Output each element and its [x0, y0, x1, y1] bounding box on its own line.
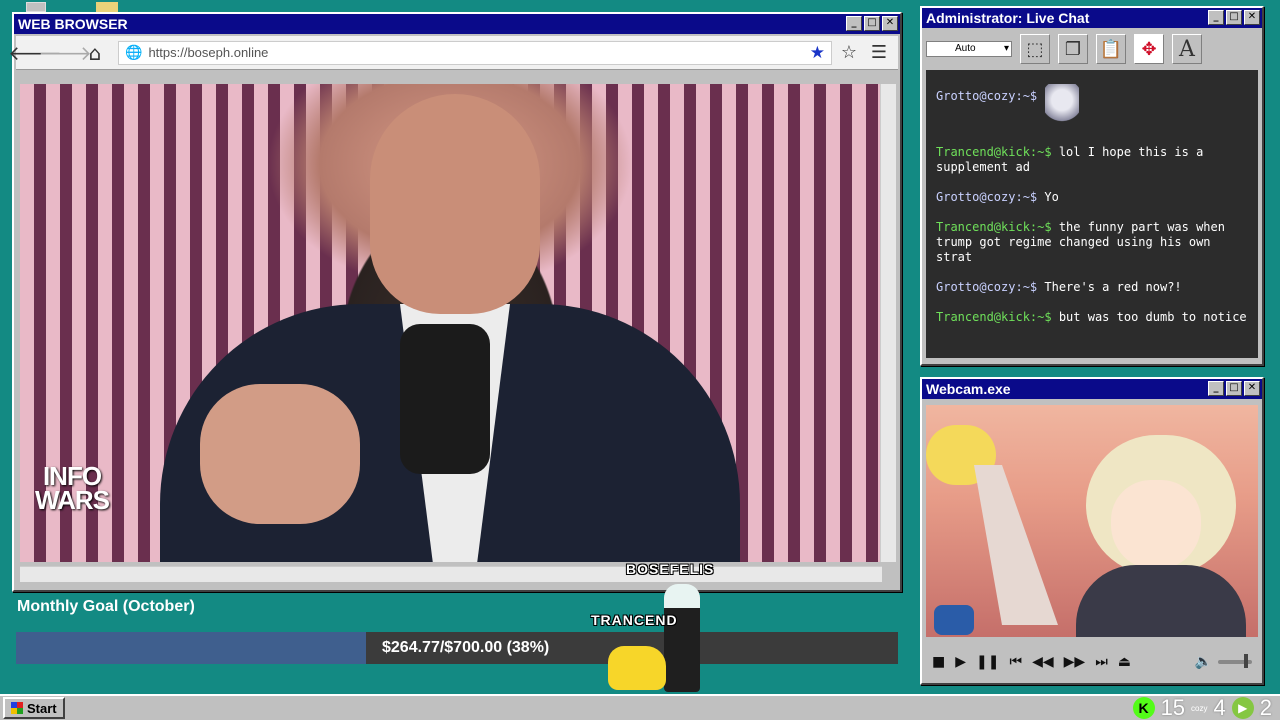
- chat-message: Trancend@kick:~$ lol I hope this is a su…: [936, 145, 1248, 175]
- browser-titlebar[interactable]: WEB BROWSER _ □ ✕: [14, 14, 900, 34]
- home-icon[interactable]: ⌂: [82, 40, 108, 66]
- chat-message: Trancend@kick:~$ but was too dumb to not…: [936, 310, 1248, 325]
- fast-forward-icon[interactable]: ▶▶: [1064, 654, 1086, 670]
- chat-avatar-icon: [1045, 84, 1080, 130]
- sprite-label-trancend: TRANCEND: [591, 612, 678, 628]
- globe-icon: 🌐: [125, 44, 143, 61]
- chat-log[interactable]: Grotto@cozy:~$ Trancend@kick:~$ lol I hop…: [926, 70, 1258, 358]
- cozy-label: cozy: [1191, 703, 1208, 713]
- chat-username[interactable]: Grotto@cozy:~$: [936, 280, 1037, 294]
- desktop-icon[interactable]: [26, 2, 46, 12]
- forward-arrow-icon[interactable]: 🡒: [38, 40, 92, 66]
- close-button[interactable]: ✕: [882, 16, 898, 31]
- chat-username[interactable]: Trancend@kick:~$: [936, 310, 1052, 324]
- maximize-button[interactable]: □: [864, 16, 880, 31]
- chat-message: Grotto@cozy:~$ There's a red now?!: [936, 280, 1248, 295]
- volume-slider[interactable]: [1218, 654, 1252, 668]
- video-microphone: [400, 324, 490, 474]
- start-button[interactable]: Start: [3, 697, 65, 719]
- bookmark-star-icon[interactable]: ★: [810, 43, 825, 63]
- browser-title: WEB BROWSER: [18, 16, 128, 32]
- video-host-hand: [200, 384, 360, 524]
- chat-message: Trancend@kick:~$ the funny part was when…: [936, 220, 1248, 265]
- favorites-star-icon[interactable]: ☆: [836, 40, 862, 66]
- skip-back-icon[interactable]: ⏮: [1009, 654, 1022, 670]
- chat-message-text: There's a red now?!: [1037, 280, 1182, 294]
- chat-username[interactable]: Trancend@kick:~$: [936, 145, 1052, 159]
- chat-titlebar[interactable]: Administrator: Live Chat _ □ ✕: [922, 8, 1262, 28]
- paste-icon[interactable]: 📋: [1096, 34, 1126, 64]
- webcam-titlebar[interactable]: Webcam.exe _ □ ✕: [922, 379, 1262, 399]
- skip-forward-icon[interactable]: ⏭: [1095, 654, 1108, 670]
- goal-progress-fill: [16, 632, 366, 664]
- extra-viewer-count: 2: [1259, 695, 1272, 720]
- pixel-character-sprite: [664, 584, 700, 692]
- font-size-dropdown[interactable]: Auto: [926, 41, 1012, 57]
- desktop-folder-icon[interactable]: [96, 2, 118, 12]
- avatar-body: [1076, 565, 1246, 637]
- browser-navbar: 🡐 🡒 ⌂ 🌐 https://boseph.online ★ ☆ ☰: [8, 36, 898, 70]
- pikachu-sprite: [608, 646, 666, 690]
- webcam-feed: [926, 405, 1258, 637]
- eject-icon[interactable]: ⏏: [1118, 654, 1131, 670]
- rumble-icon[interactable]: ▶: [1231, 697, 1254, 719]
- sprite-label-bosefelis: BOSEFELIS: [626, 561, 715, 577]
- volume-icon[interactable]: 🔈: [1195, 654, 1212, 670]
- rumble-viewer-count: 4: [1213, 695, 1226, 720]
- taskbar: Start K 15 cozy 4 ▶ 2: [0, 694, 1280, 720]
- close-button[interactable]: ✕: [1244, 10, 1260, 25]
- address-bar[interactable]: 🌐 https://boseph.online ★: [118, 40, 832, 65]
- stop-icon[interactable]: ■: [932, 654, 945, 670]
- font-icon[interactable]: A: [1172, 34, 1202, 64]
- horizontal-scrollbar[interactable]: [20, 566, 882, 582]
- chat-username[interactable]: Grotto@cozy:~$: [936, 89, 1037, 103]
- chat-message-text: but was too dumb to notice: [1051, 310, 1247, 324]
- menu-icon[interactable]: ☰: [866, 40, 892, 66]
- chat-message: Grotto@cozy:~$: [936, 84, 1248, 130]
- chat-message: Grotto@cozy:~$ Yo: [936, 190, 1248, 205]
- kick-icon[interactable]: K: [1132, 697, 1155, 719]
- maximize-button[interactable]: □: [1226, 10, 1242, 25]
- pause-icon[interactable]: ❚❚: [976, 654, 999, 670]
- chat-username[interactable]: Trancend@kick:~$: [936, 220, 1052, 234]
- webcam-title: Webcam.exe: [926, 381, 1011, 397]
- minimize-button[interactable]: _: [846, 16, 862, 31]
- url-text: https://boseph.online: [148, 45, 269, 60]
- rewind-icon[interactable]: ◀◀: [1032, 654, 1054, 670]
- start-label: Start: [27, 700, 57, 716]
- select-icon[interactable]: ⬚: [1020, 34, 1050, 64]
- vertical-scrollbar[interactable]: [880, 84, 896, 562]
- minimize-button[interactable]: _: [1208, 381, 1224, 396]
- move-icon[interactable]: ✥: [1134, 34, 1164, 64]
- play-icon[interactable]: ▶: [955, 654, 966, 670]
- avatar-face: [1111, 480, 1201, 570]
- goal-progress-bar: $264.77/$700.00 (38%): [16, 632, 898, 664]
- windows-logo-icon: [11, 702, 23, 714]
- close-button[interactable]: ✕: [1244, 381, 1260, 396]
- video-channel-logo: INFO WARS: [35, 461, 110, 515]
- system-tray: K 15 cozy 4 ▶ 2: [1132, 695, 1272, 720]
- chat-toolbar: Auto ⬚ ❐ 📋 ✥ A: [922, 28, 1262, 70]
- goal-progress-text: $264.77/$700.00 (38%): [382, 639, 550, 656]
- media-controls: ■ ▶ ❚❚ ⏮ ◀◀ ▶▶ ⏭ ⏏ 🔈: [926, 645, 1258, 679]
- webcam-mug: [934, 605, 974, 635]
- chat-username[interactable]: Grotto@cozy:~$: [936, 190, 1037, 204]
- chat-title: Administrator: Live Chat: [926, 10, 1090, 26]
- chat-message-text: Yo: [1037, 190, 1059, 204]
- browser-window: WEB BROWSER _ □ ✕ 🡐 🡒 ⌂ 🌐 https://boseph…: [8, 12, 902, 592]
- live-chat-window: Administrator: Live Chat _ □ ✕ Auto ⬚ ❐ …: [920, 6, 1264, 366]
- webcam-background-figure: [974, 465, 1058, 625]
- maximize-button[interactable]: □: [1226, 381, 1242, 396]
- copy-icon[interactable]: ❐: [1058, 34, 1088, 64]
- video-host-head: [370, 94, 540, 314]
- kick-viewer-count: 15: [1160, 695, 1186, 720]
- goal-title: Monthly Goal (October): [17, 598, 195, 615]
- video-player[interactable]: INFO WARS: [20, 84, 882, 562]
- webcam-window: Webcam.exe _ □ ✕ ■ ▶ ❚❚ ⏮ ◀◀ ▶▶ ⏭ ⏏ 🔈: [920, 377, 1264, 685]
- minimize-button[interactable]: _: [1208, 10, 1224, 25]
